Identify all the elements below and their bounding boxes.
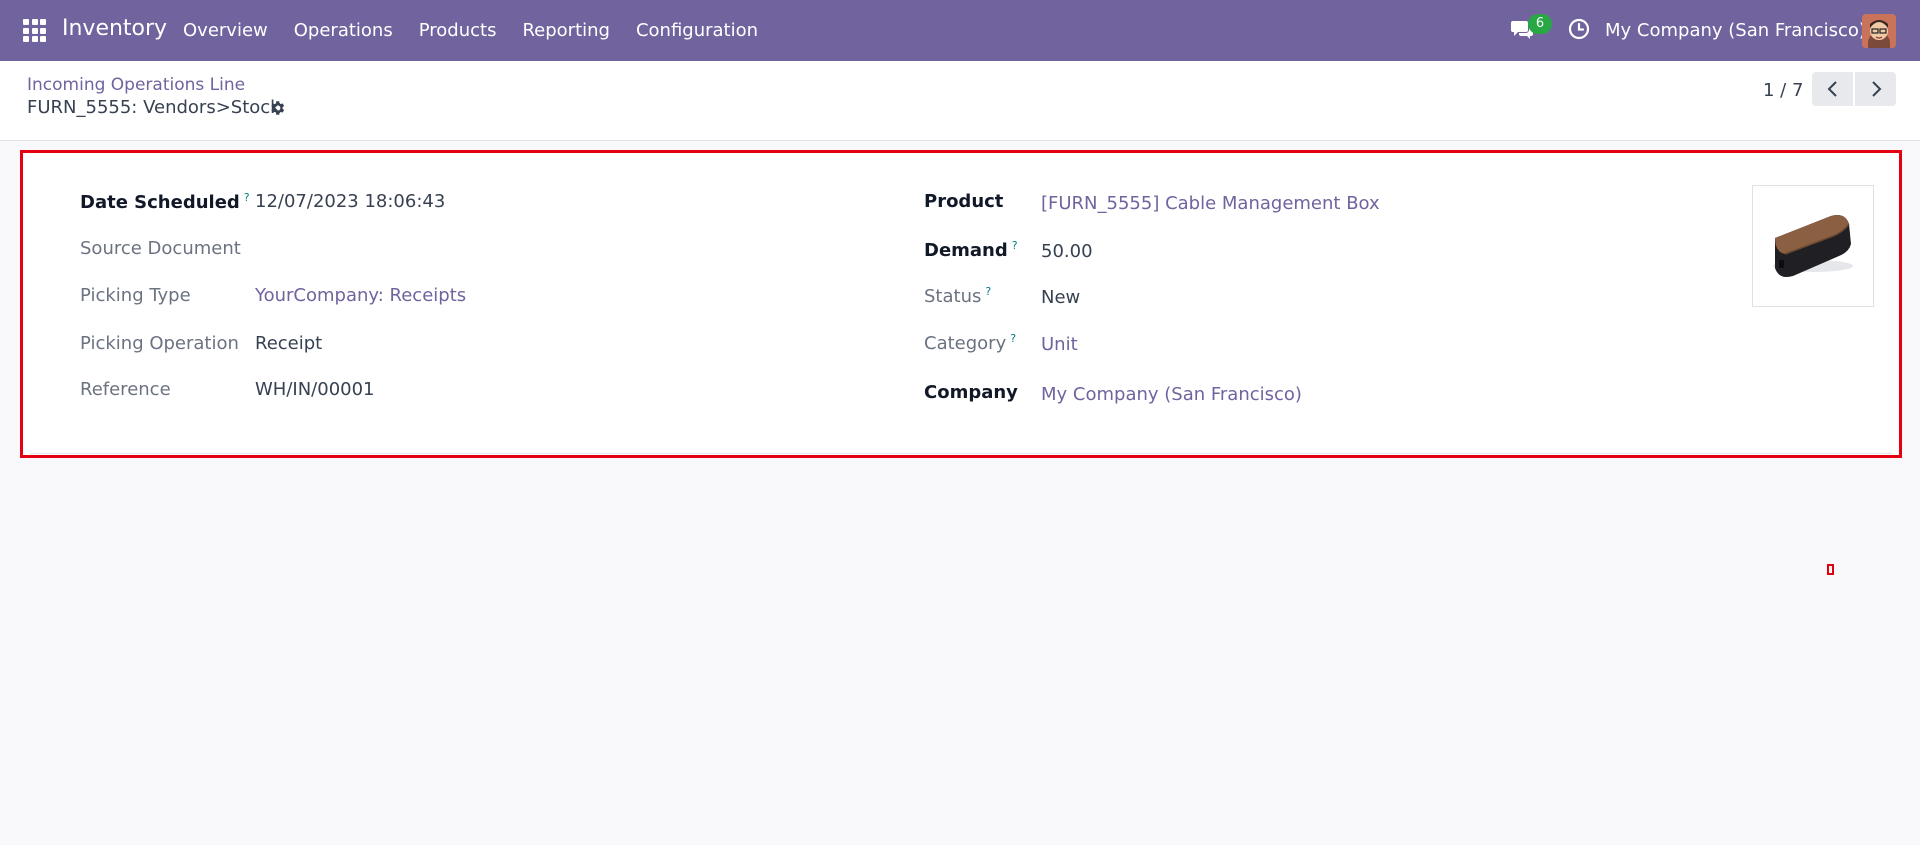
category-label: Category? [924, 332, 1017, 354]
product-image[interactable] [1752, 185, 1874, 307]
company-switcher[interactable]: My Company (San Francisco) [1605, 20, 1866, 41]
menu-reporting[interactable]: Reporting [522, 20, 610, 41]
menu-products[interactable]: Products [419, 20, 497, 41]
reference-label: Reference [80, 379, 171, 400]
app-grid-icon[interactable] [23, 19, 46, 42]
highlight-marker [1827, 564, 1834, 575]
chevron-left-icon [1827, 81, 1837, 97]
status-value: New [1041, 287, 1081, 308]
product-label: Product [924, 191, 1004, 212]
date-scheduled-value[interactable]: 12/07/2023 18:06:43 [255, 191, 445, 212]
menu-operations[interactable]: Operations [294, 20, 393, 41]
form-sheet: Date Scheduled? 12/07/2023 18:06:43 Sour… [20, 150, 1902, 458]
help-icon[interactable]: ? [1010, 332, 1016, 345]
chat-count-badge: 6 [1528, 14, 1552, 34]
picking-operation-value[interactable]: Receipt [255, 333, 322, 354]
clock-icon[interactable] [1568, 18, 1590, 40]
reference-value[interactable]: WH/IN/00001 [255, 379, 375, 400]
date-scheduled-label: Date Scheduled? [80, 191, 250, 213]
picking-type-value[interactable]: YourCompany: Receipts [255, 285, 466, 306]
product-value[interactable]: [FURN_5555] Cable Management Box [1041, 193, 1380, 214]
record-title: FURN_5555: Vendors>Stock [27, 97, 281, 118]
menu-overview[interactable]: Overview [183, 20, 268, 41]
breadcrumb-link[interactable]: Incoming Operations Line [27, 75, 245, 95]
menu-configuration[interactable]: Configuration [636, 20, 758, 41]
status-label: Status? [924, 285, 992, 307]
help-icon[interactable]: ? [1012, 239, 1018, 252]
form-body: Date Scheduled? 12/07/2023 18:06:43 Sour… [30, 153, 1892, 454]
cable-box-image [1773, 215, 1853, 277]
pager-previous-button[interactable] [1812, 72, 1853, 106]
demand-label: Demand? [924, 239, 1018, 261]
chevron-right-icon [1871, 81, 1881, 97]
picking-operation-label: Picking Operation [80, 333, 239, 354]
app-title[interactable]: Inventory [62, 16, 167, 41]
help-icon[interactable]: ? [985, 285, 991, 298]
top-navbar: Inventory Overview Operations Products R… [0, 0, 1920, 61]
category-value[interactable]: Unit [1041, 334, 1078, 355]
pager-next-button[interactable] [1855, 72, 1896, 106]
demand-value[interactable]: 50.00 [1041, 241, 1093, 262]
company-label: Company [924, 382, 1018, 403]
user-avatar[interactable] [1862, 14, 1896, 48]
pager-value[interactable]: 1 / 7 [1763, 80, 1803, 101]
help-icon[interactable]: ? [244, 191, 250, 204]
source-document-label: Source Document [80, 238, 241, 259]
company-value[interactable]: My Company (San Francisco) [1041, 384, 1302, 405]
control-panel: Incoming Operations Line FURN_5555: Vend… [0, 61, 1920, 141]
main-menu: Overview Operations Products Reporting C… [183, 20, 784, 41]
gear-icon[interactable] [268, 99, 286, 117]
picking-type-label: Picking Type [80, 285, 191, 306]
